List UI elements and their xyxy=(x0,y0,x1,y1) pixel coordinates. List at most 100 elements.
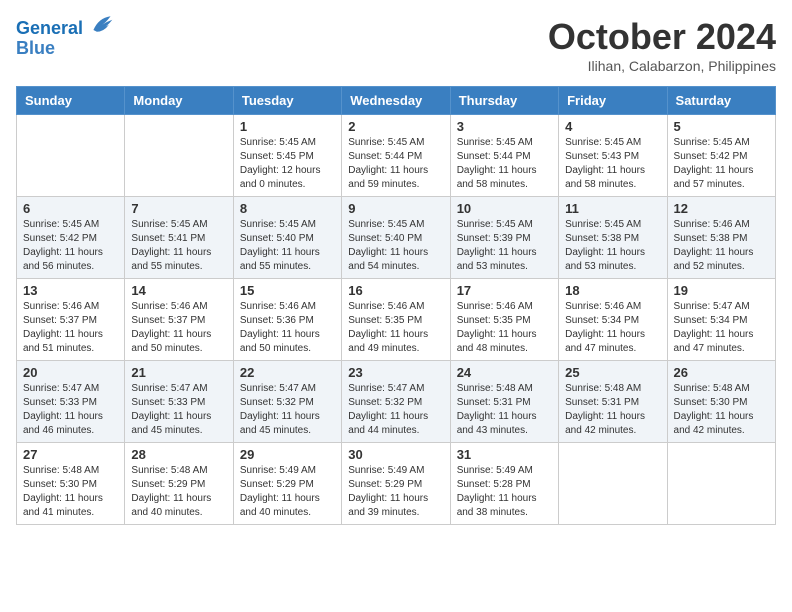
day-info: Sunrise: 5:46 AM Sunset: 5:34 PM Dayligh… xyxy=(565,300,660,356)
calendar-cell: 5 Sunrise: 5:45 AM Sunset: 5:42 PM Daylig… xyxy=(667,115,775,197)
weekday-header-sunday: Sunday xyxy=(17,87,125,115)
day-info: Sunrise: 5:47 AM Sunset: 5:33 PM Dayligh… xyxy=(23,382,118,438)
calendar-cell: 17Sunrise: 5:46 AM Sunset: 5:35 PM Dayli… xyxy=(450,279,558,361)
day-number: 1 xyxy=(240,119,335,134)
day-number: 21 xyxy=(131,365,226,380)
calendar-cell: 4 Sunrise: 5:45 AM Sunset: 5:43 PM Daylig… xyxy=(559,115,667,197)
weekday-header-tuesday: Tuesday xyxy=(233,87,341,115)
day-number: 24 xyxy=(457,365,552,380)
calendar-week-3: 13 Sunrise: 5:46 AM Sunset: 5:37 PM Dayli… xyxy=(17,279,776,361)
calendar-cell: 15Sunrise: 5:46 AM Sunset: 5:36 PM Dayli… xyxy=(233,279,341,361)
calendar-cell: 9 Sunrise: 5:45 AM Sunset: 5:40 PM Daylig… xyxy=(342,197,450,279)
calendar-cell: 11Sunrise: 5:45 AM Sunset: 5:38 PM Dayli… xyxy=(559,197,667,279)
day-number: 14 xyxy=(131,283,226,298)
day-info: Sunrise: 5:45 AM Sunset: 5:42 PM Dayligh… xyxy=(674,136,769,192)
day-info: Sunrise: 5:45 AM Sunset: 5:44 PM Dayligh… xyxy=(457,136,552,192)
day-number: 10 xyxy=(457,201,552,216)
day-info: Sunrise: 5:48 AM Sunset: 5:30 PM Dayligh… xyxy=(23,464,118,520)
calendar-week-1: 1 Sunrise: 5:45 AM Sunset: 5:45 PM Daylig… xyxy=(17,115,776,197)
calendar-cell xyxy=(667,443,775,525)
calendar-cell: 3Sunrise: 5:45 AM Sunset: 5:44 PM Daylig… xyxy=(450,115,558,197)
calendar-cell xyxy=(17,115,125,197)
day-number: 28 xyxy=(131,447,226,462)
calendar-cell: 22 Sunrise: 5:47 AM Sunset: 5:32 PM Dayli… xyxy=(233,361,341,443)
day-number: 31 xyxy=(457,447,552,462)
day-info: Sunrise: 5:46 AM Sunset: 5:35 PM Dayligh… xyxy=(457,300,552,356)
calendar-cell: 29 Sunrise: 5:49 AM Sunset: 5:29 PM Dayli… xyxy=(233,443,341,525)
calendar-cell: 24 Sunrise: 5:48 AM Sunset: 5:31 PM Dayli… xyxy=(450,361,558,443)
calendar-cell: 26Sunrise: 5:48 AM Sunset: 5:30 PM Dayli… xyxy=(667,361,775,443)
calendar-cell: 27 Sunrise: 5:48 AM Sunset: 5:30 PM Dayli… xyxy=(17,443,125,525)
day-number: 9 xyxy=(348,201,443,216)
day-info: Sunrise: 5:45 AM Sunset: 5:42 PM Dayligh… xyxy=(23,218,118,274)
day-number: 25 xyxy=(565,365,660,380)
calendar-cell xyxy=(559,443,667,525)
day-info: Sunrise: 5:45 AM Sunset: 5:41 PM Dayligh… xyxy=(131,218,226,274)
calendar-cell: 6 Sunrise: 5:45 AM Sunset: 5:42 PM Daylig… xyxy=(17,197,125,279)
calendar-cell: 28 Sunrise: 5:48 AM Sunset: 5:29 PM Dayli… xyxy=(125,443,233,525)
day-info: Sunrise: 5:47 AM Sunset: 5:34 PM Dayligh… xyxy=(674,300,769,356)
month-title: October 2024 xyxy=(548,16,776,58)
day-info: Sunrise: 5:45 AM Sunset: 5:43 PM Dayligh… xyxy=(565,136,660,192)
weekday-header-thursday: Thursday xyxy=(450,87,558,115)
day-number: 6 xyxy=(23,201,118,216)
title-block: October 2024 Ilihan, Calabarzon, Philipp… xyxy=(548,16,776,74)
calendar-cell: 7 Sunrise: 5:45 AM Sunset: 5:41 PM Daylig… xyxy=(125,197,233,279)
day-info: Sunrise: 5:46 AM Sunset: 5:37 PM Dayligh… xyxy=(131,300,226,356)
day-info: Sunrise: 5:45 AM Sunset: 5:38 PM Dayligh… xyxy=(565,218,660,274)
day-number: 5 xyxy=(674,119,769,134)
day-info: Sunrise: 5:46 AM Sunset: 5:36 PM Dayligh… xyxy=(240,300,335,356)
logo-text-blue: Blue xyxy=(16,39,114,59)
location: Ilihan, Calabarzon, Philippines xyxy=(548,58,776,74)
day-info: Sunrise: 5:45 AM Sunset: 5:40 PM Dayligh… xyxy=(240,218,335,274)
day-info: Sunrise: 5:46 AM Sunset: 5:37 PM Dayligh… xyxy=(23,300,118,356)
day-number: 30 xyxy=(348,447,443,462)
calendar-cell: 23Sunrise: 5:47 AM Sunset: 5:32 PM Dayli… xyxy=(342,361,450,443)
weekday-header-row: SundayMondayTuesdayWednesdayThursdayFrid… xyxy=(17,87,776,115)
day-number: 20 xyxy=(23,365,118,380)
day-info: Sunrise: 5:48 AM Sunset: 5:29 PM Dayligh… xyxy=(131,464,226,520)
day-info: Sunrise: 5:45 AM Sunset: 5:39 PM Dayligh… xyxy=(457,218,552,274)
calendar-cell: 2 Sunrise: 5:45 AM Sunset: 5:44 PM Daylig… xyxy=(342,115,450,197)
day-info: Sunrise: 5:49 AM Sunset: 5:29 PM Dayligh… xyxy=(348,464,443,520)
calendar-table: SundayMondayTuesdayWednesdayThursdayFrid… xyxy=(16,86,776,525)
calendar-cell: 13 Sunrise: 5:46 AM Sunset: 5:37 PM Dayli… xyxy=(17,279,125,361)
day-info: Sunrise: 5:46 AM Sunset: 5:35 PM Dayligh… xyxy=(348,300,443,356)
day-number: 7 xyxy=(131,201,226,216)
day-info: Sunrise: 5:49 AM Sunset: 5:29 PM Dayligh… xyxy=(240,464,335,520)
day-info: Sunrise: 5:48 AM Sunset: 5:31 PM Dayligh… xyxy=(565,382,660,438)
calendar-cell: 18Sunrise: 5:46 AM Sunset: 5:34 PM Dayli… xyxy=(559,279,667,361)
weekday-header-wednesday: Wednesday xyxy=(342,87,450,115)
day-info: Sunrise: 5:46 AM Sunset: 5:38 PM Dayligh… xyxy=(674,218,769,274)
weekday-header-monday: Monday xyxy=(125,87,233,115)
day-number: 19 xyxy=(674,283,769,298)
day-number: 2 xyxy=(348,119,443,134)
weekday-header-saturday: Saturday xyxy=(667,87,775,115)
calendar-cell: 16 Sunrise: 5:46 AM Sunset: 5:35 PM Dayli… xyxy=(342,279,450,361)
calendar-cell: 21 Sunrise: 5:47 AM Sunset: 5:33 PM Dayli… xyxy=(125,361,233,443)
day-info: Sunrise: 5:48 AM Sunset: 5:31 PM Dayligh… xyxy=(457,382,552,438)
day-number: 13 xyxy=(23,283,118,298)
calendar-cell xyxy=(125,115,233,197)
day-number: 16 xyxy=(348,283,443,298)
day-number: 26 xyxy=(674,365,769,380)
weekday-header-friday: Friday xyxy=(559,87,667,115)
calendar-cell: 31Sunrise: 5:49 AM Sunset: 5:28 PM Dayli… xyxy=(450,443,558,525)
day-number: 22 xyxy=(240,365,335,380)
page-header: General Blue October 2024 Ilihan, Calaba… xyxy=(16,16,776,74)
calendar-cell: 1 Sunrise: 5:45 AM Sunset: 5:45 PM Daylig… xyxy=(233,115,341,197)
calendar-week-2: 6 Sunrise: 5:45 AM Sunset: 5:42 PM Daylig… xyxy=(17,197,776,279)
day-info: Sunrise: 5:45 AM Sunset: 5:44 PM Dayligh… xyxy=(348,136,443,192)
day-info: Sunrise: 5:47 AM Sunset: 5:33 PM Dayligh… xyxy=(131,382,226,438)
day-info: Sunrise: 5:45 AM Sunset: 5:40 PM Dayligh… xyxy=(348,218,443,274)
calendar-cell: 30 Sunrise: 5:49 AM Sunset: 5:29 PM Dayli… xyxy=(342,443,450,525)
day-number: 29 xyxy=(240,447,335,462)
day-info: Sunrise: 5:47 AM Sunset: 5:32 PM Dayligh… xyxy=(348,382,443,438)
day-number: 27 xyxy=(23,447,118,462)
day-number: 12 xyxy=(674,201,769,216)
calendar-week-5: 27 Sunrise: 5:48 AM Sunset: 5:30 PM Dayli… xyxy=(17,443,776,525)
day-info: Sunrise: 5:45 AM Sunset: 5:45 PM Dayligh… xyxy=(240,136,335,192)
day-number: 4 xyxy=(565,119,660,134)
logo-text: General xyxy=(16,16,114,39)
day-info: Sunrise: 5:47 AM Sunset: 5:32 PM Dayligh… xyxy=(240,382,335,438)
